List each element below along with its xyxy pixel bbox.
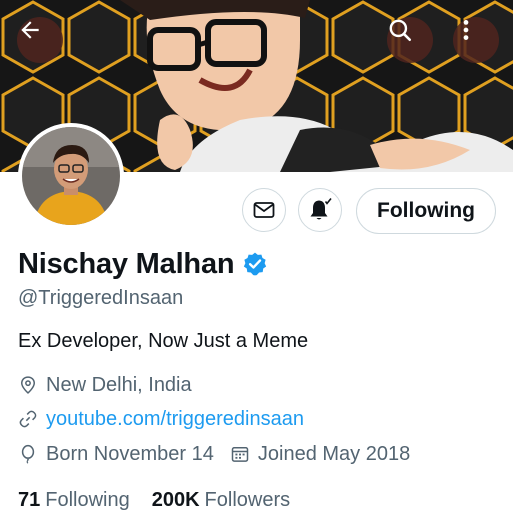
bell-plus-icon [307,197,333,223]
profile-stats: 71 Following 200K Followers [18,486,312,514]
dates-row: Born November 14 Joined May 2018 [18,441,410,467]
display-name: Nischay Malhan [18,247,235,280]
following-button[interactable]: Following [356,188,496,234]
followers-stat[interactable]: 200K Followers [152,489,290,512]
followers-label: Followers [204,488,291,511]
avatar-image [22,127,120,225]
user-handle: @TriggeredInsaan [18,287,184,309]
message-button[interactable] [242,188,286,232]
balloon-icon [18,444,38,464]
joined-text: Joined May 2018 [257,442,411,465]
more-button[interactable] [453,17,499,63]
location-row: New Delhi, India [18,372,192,398]
location-text: New Delhi, India [46,373,192,396]
following-count: 71 [18,488,41,511]
location-pin-icon [18,375,38,395]
birthday-text: Born November 14 [46,442,214,465]
website-link[interactable]: youtube.com/triggeredinsaan [46,408,304,431]
website-row: youtube.com/triggeredinsaan [18,406,304,432]
bio-text: Ex Developer, Now Just a Meme [18,330,309,352]
followers-count: 200K [151,488,200,511]
following-label: Following [45,488,130,511]
name-row: Nischay Malhan [18,246,268,282]
calendar-icon [230,444,250,464]
following-stat[interactable]: 71 Following [18,489,130,512]
back-button[interactable] [17,17,63,63]
notifications-button[interactable] [298,188,342,232]
link-icon [18,409,38,429]
search-button[interactable] [387,17,433,63]
verified-badge-icon [242,251,268,277]
avatar[interactable] [18,123,124,229]
envelope-icon [252,198,276,222]
